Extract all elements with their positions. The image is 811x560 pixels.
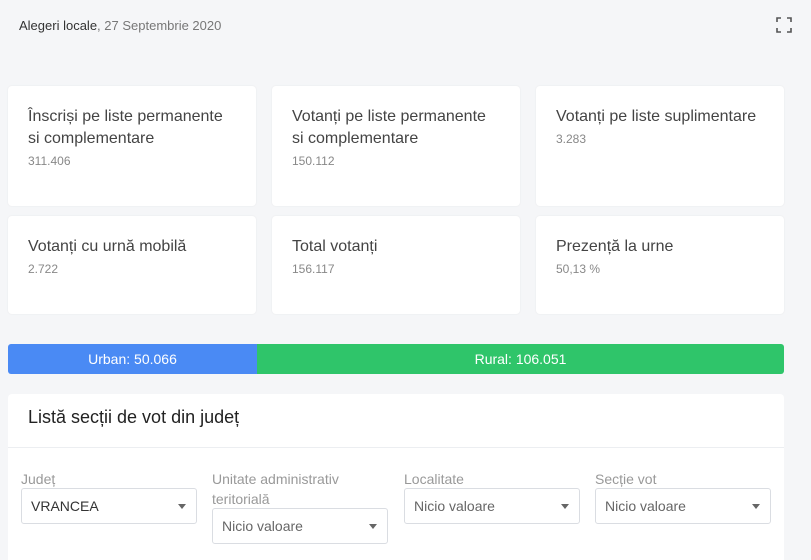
filter-label: Secție vot [595,471,657,487]
select-value: VRANCEA [31,498,99,514]
chevron-down-icon [752,504,760,509]
filter-uat: Unitate administrativ teritorială [212,469,388,509]
filter-label: Județ [21,471,56,487]
stat-value: 50,13 % [556,262,601,276]
select-value: Nicio valoare [222,518,303,534]
chevron-down-icon [178,504,186,509]
divider [8,447,784,448]
stat-label: Votanți pe liste suplimentare [556,108,757,125]
urban-rural-bar: Urban: 50.066 Rural: 106.051 [8,344,784,374]
sectie-select[interactable]: Nicio valoare [595,488,771,524]
stat-card-urna-mobila: Votanți cu urnă mobilă 2.722 [8,216,256,314]
polling-stations-panel: Listă secții de vot din județ Județ VRAN… [8,394,784,560]
stat-label: Votanți pe liste permanente si complemen… [292,108,486,147]
stat-card-votanti-permanente: Votanți pe liste permanente si complemen… [272,86,520,206]
rural-segment: Rural: 106.051 [257,344,784,374]
page-header: Alegeri locale, 27 Septembrie 2020 [19,18,221,33]
fullscreen-icon[interactable] [776,17,792,33]
stat-label: Total votanți [292,238,378,255]
election-date: , 27 Septembrie 2020 [97,18,222,33]
stat-card-prezenta: Prezență la urne 50,13 % [536,216,784,314]
select-value: Nicio valoare [414,498,495,514]
stat-card-inscrisi: Înscriși pe liste permanente si compleme… [8,86,256,206]
stat-value: 311.406 [28,154,71,168]
stat-value: 150.112 [292,154,335,168]
localitate-select[interactable]: Nicio valoare [404,488,580,524]
filter-sectie: Secție vot [595,469,771,489]
stat-card-votanti-suplimentare: Votanți pe liste suplimentare 3.283 [536,86,784,206]
filter-localitate: Localitate [404,469,580,489]
stat-label: Prezență la urne [556,238,674,255]
select-value: Nicio valoare [605,498,686,514]
stat-value: 2.722 [28,262,59,276]
uat-select[interactable]: Nicio valoare [212,508,388,544]
filter-judet: Județ [21,469,197,489]
chevron-down-icon [369,524,377,529]
stat-label: Înscriși pe liste permanente si compleme… [28,108,223,147]
filter-label: Localitate [404,471,464,487]
urban-segment: Urban: 50.066 [8,344,257,374]
panel-title: Listă secții de vot din județ [28,407,240,427]
stat-card-total-votanti: Total votanți 156.117 [272,216,520,314]
stat-value: 3.283 [556,132,587,146]
filter-label: Unitate administrativ teritorială [212,471,339,507]
app-title: Alegeri locale [19,18,98,33]
stat-value: 156.117 [292,262,335,276]
stat-label: Votanți cu urnă mobilă [28,238,187,255]
chevron-down-icon [561,504,569,509]
judet-select[interactable]: VRANCEA [21,488,197,524]
